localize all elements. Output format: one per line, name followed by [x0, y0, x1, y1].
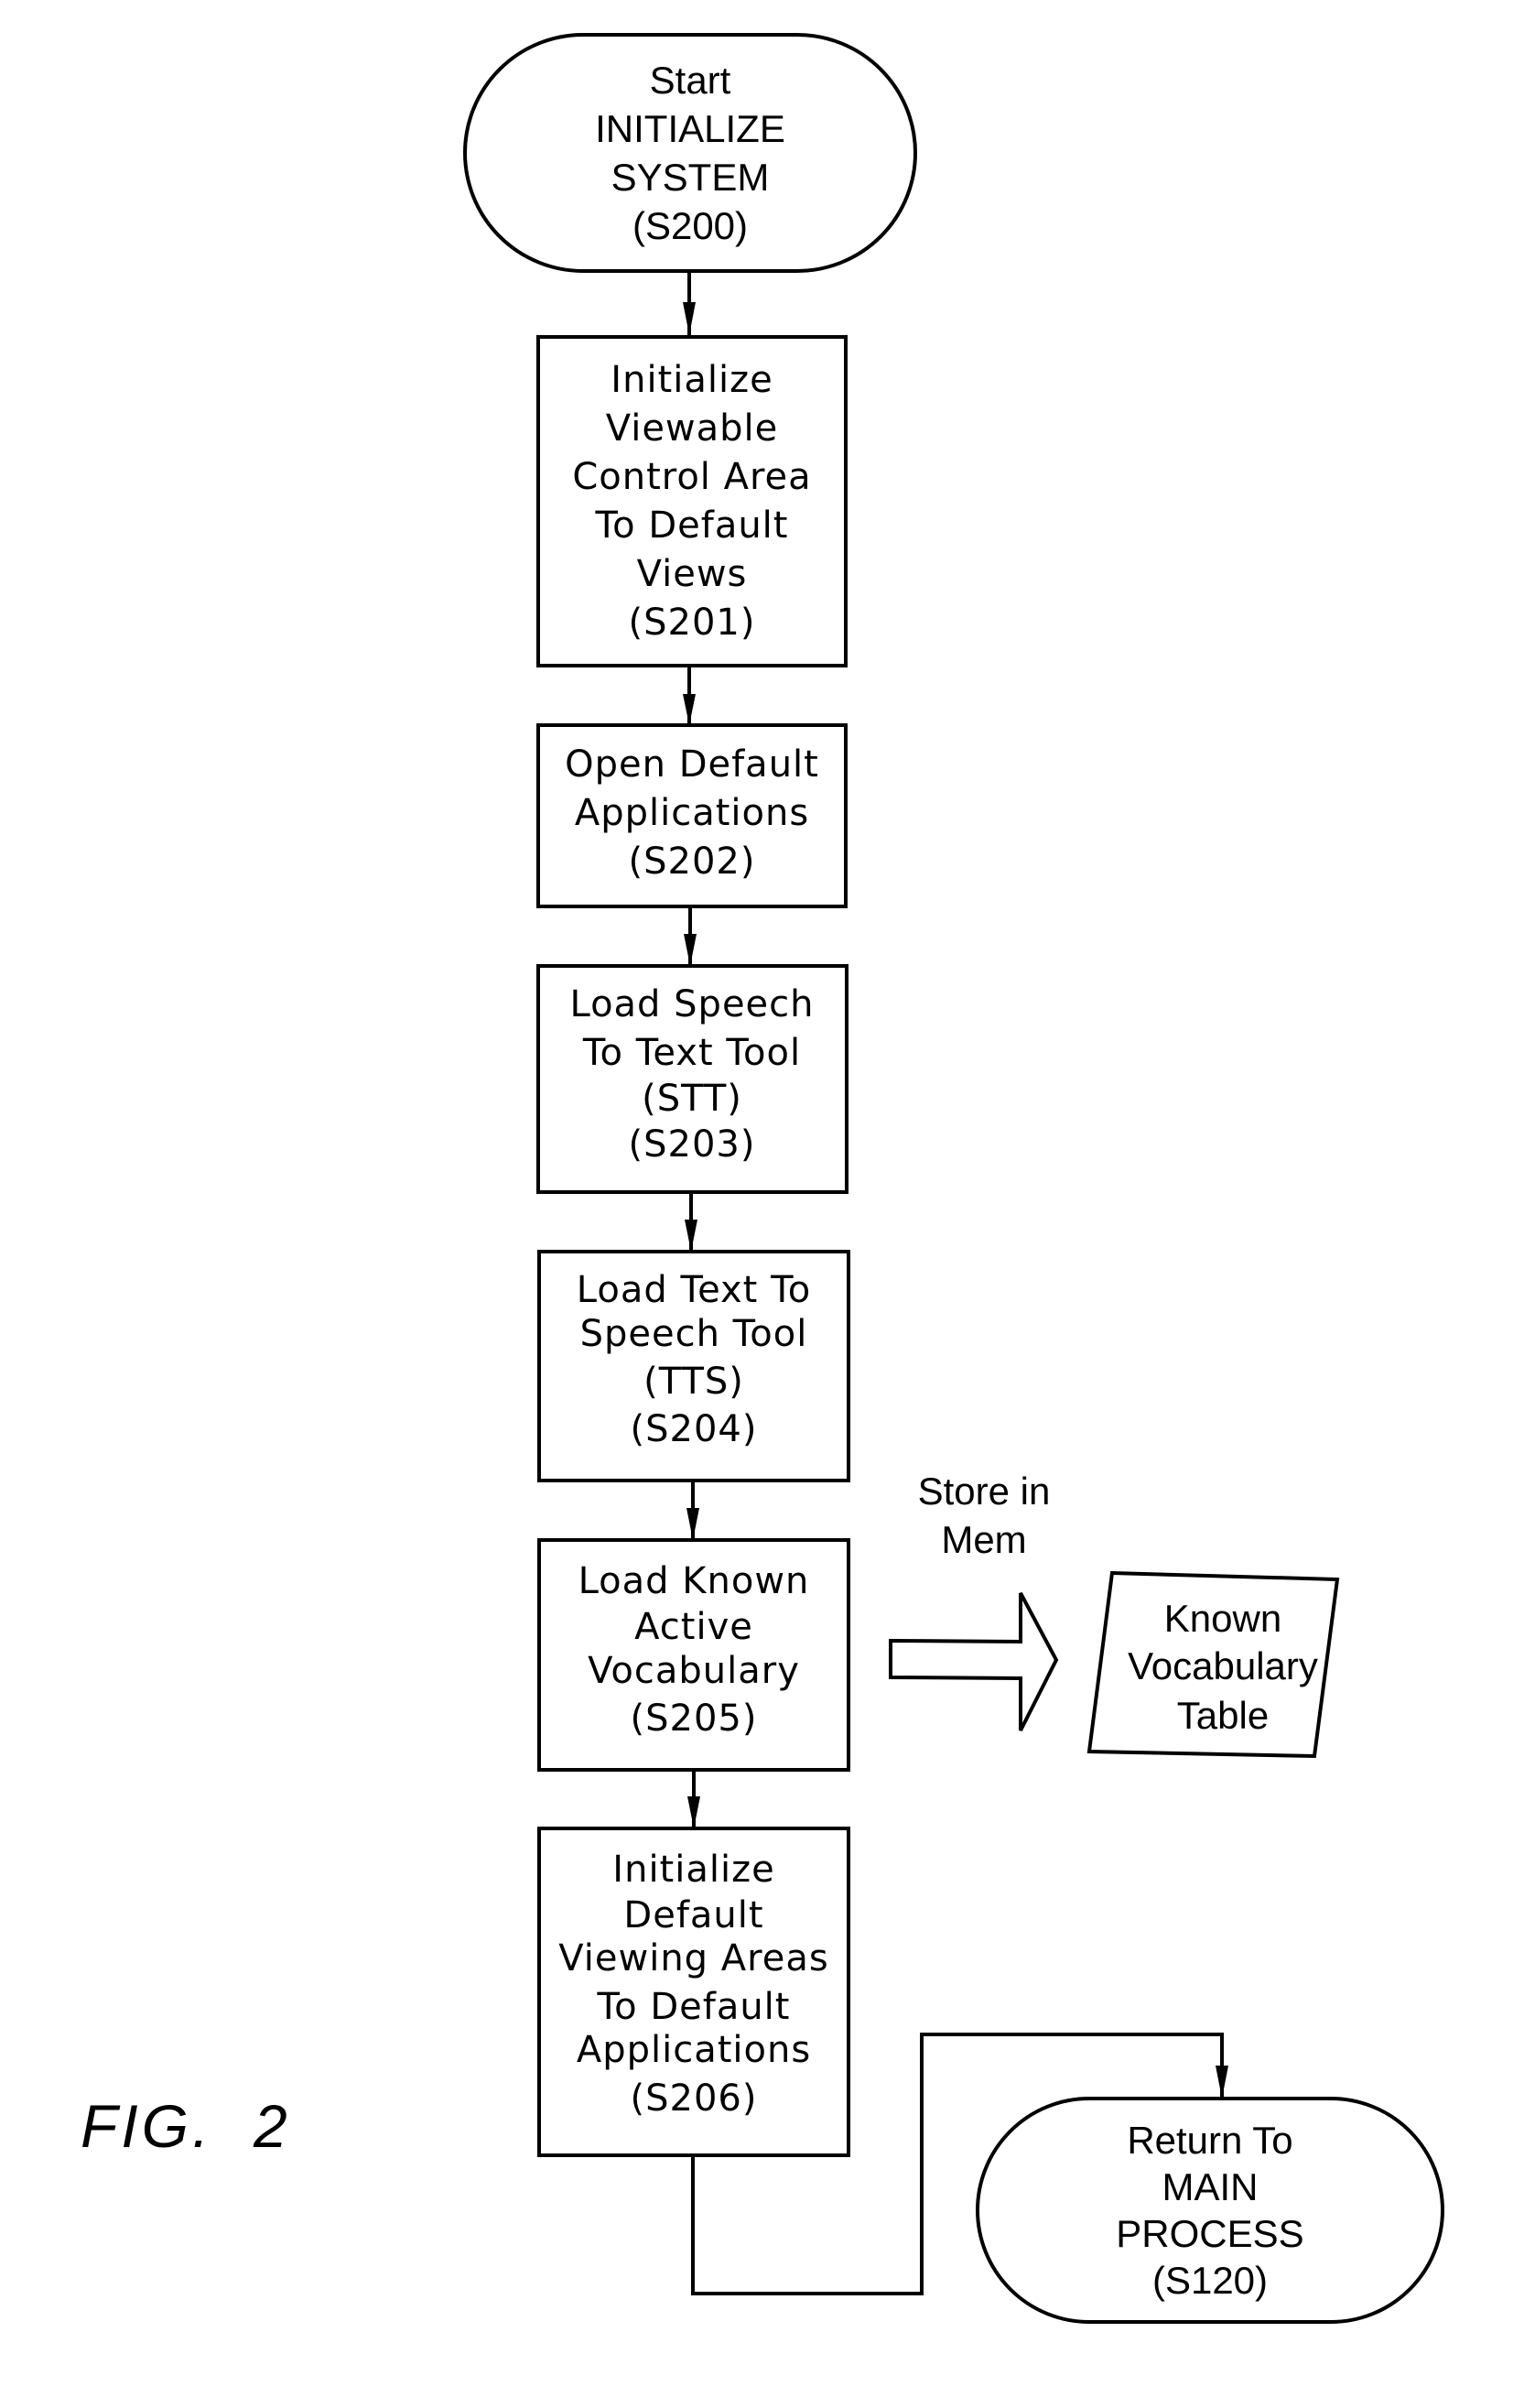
store-arrow-icon: [889, 1592, 1059, 1731]
step-text-line: (S206): [631, 2077, 758, 2120]
step-text-line: (S205): [631, 1698, 758, 1740]
connector-s203-s204: [685, 1192, 697, 1252]
step-text-line: Default: [623, 1894, 763, 1936]
arrow-down-icon: [1216, 2066, 1228, 2099]
known-vocabulary-table: Known Vocabulary Table: [1086, 1570, 1340, 1759]
start-terminal-line: SYSTEM: [611, 156, 770, 199]
arrow-down-icon: [685, 1220, 697, 1252]
arrow-down-icon: [686, 1508, 699, 1540]
connector-s202-s203: [684, 906, 697, 966]
step-text-line: (S203): [629, 1123, 756, 1166]
store-label-line: Store in: [918, 1470, 1051, 1513]
end-terminal-line: PROCESS: [1116, 2212, 1303, 2255]
storage-text-line: Table: [1177, 1694, 1269, 1737]
step-s201: Initialize Viewable Control Area To Defa…: [536, 335, 848, 667]
step-s204: Load Text To Speech Tool (TTS) (S204): [537, 1250, 850, 1482]
start-terminal-line: (S200): [632, 204, 748, 247]
step-text-line: To Default: [597, 1986, 791, 2028]
step-text-line: Vocabulary: [588, 1650, 800, 1692]
end-terminal: Return To MAIN PROCESS (S120): [976, 2097, 1444, 2324]
start-terminal-line: Start: [650, 59, 731, 102]
step-text-line: To Text Tool: [582, 1032, 801, 1074]
step-s203: Load Speech To Text Tool (STT) (S203): [536, 964, 848, 1194]
arrow-down-icon: [683, 694, 696, 725]
step-s206: Initialize Default Viewing Areas To Defa…: [537, 1827, 850, 2157]
step-text-line: Load Text To: [577, 1269, 811, 1311]
step-text-line: (S204): [631, 1408, 758, 1450]
step-text-line: Control Area: [572, 456, 811, 498]
step-text-line: (S202): [629, 841, 756, 883]
step-text-line: Viewing Areas: [558, 1937, 828, 1980]
step-text-line: Applications: [575, 792, 809, 834]
step-s205: Load Known Active Vocabulary (S205): [537, 1538, 850, 1772]
connector-s200-s201: [683, 271, 696, 335]
end-terminal-line: MAIN: [1162, 2165, 1259, 2208]
step-text-line: Load Known: [578, 1560, 810, 1602]
step-text-line: (S201): [629, 602, 756, 644]
start-terminal-line: INITIALIZE: [595, 107, 785, 150]
flowchart-canvas: Start INITIALIZE SYSTEM (S200) Initializ…: [81, 33, 1444, 2324]
figure-label: FIG. 2: [81, 2092, 291, 2160]
arrow-down-icon: [684, 934, 697, 966]
arrow-down-icon: [683, 302, 696, 335]
connector-s205-s206: [687, 1770, 700, 1828]
storage-text-line: Vocabulary: [1128, 1644, 1318, 1687]
step-text-line: Applications: [577, 2029, 811, 2071]
connector-s204-s205: [686, 1481, 699, 1540]
step-text-line: To Default: [595, 504, 789, 547]
step-text-line: Viewable: [606, 407, 779, 450]
store-in-mem-label: Store in Mem: [918, 1470, 1051, 1561]
end-terminal-line: Return To: [1127, 2119, 1292, 2162]
storage-text-line: Known: [1164, 1597, 1281, 1640]
step-text-line: Initialize: [612, 1849, 774, 1891]
arrow-down-icon: [687, 1796, 700, 1828]
step-text-line: Initialize: [611, 359, 773, 401]
step-text-line: Load Speech: [569, 983, 814, 1025]
step-text-line: Views: [637, 553, 748, 595]
step-text-line: Open Default: [565, 743, 819, 786]
step-text-line: (TTS): [643, 1361, 744, 1403]
step-text-line: Speech Tool: [580, 1313, 808, 1355]
start-terminal: Start INITIALIZE SYSTEM (S200): [463, 33, 917, 273]
connector-s201-s202: [683, 666, 696, 725]
end-terminal-line: (S120): [1152, 2259, 1268, 2302]
step-s202: Open Default Applications (S202): [536, 723, 848, 908]
store-label-line: Mem: [941, 1518, 1026, 1561]
step-text-line: (STT): [642, 1078, 742, 1120]
step-text-line: Active: [634, 1606, 753, 1648]
